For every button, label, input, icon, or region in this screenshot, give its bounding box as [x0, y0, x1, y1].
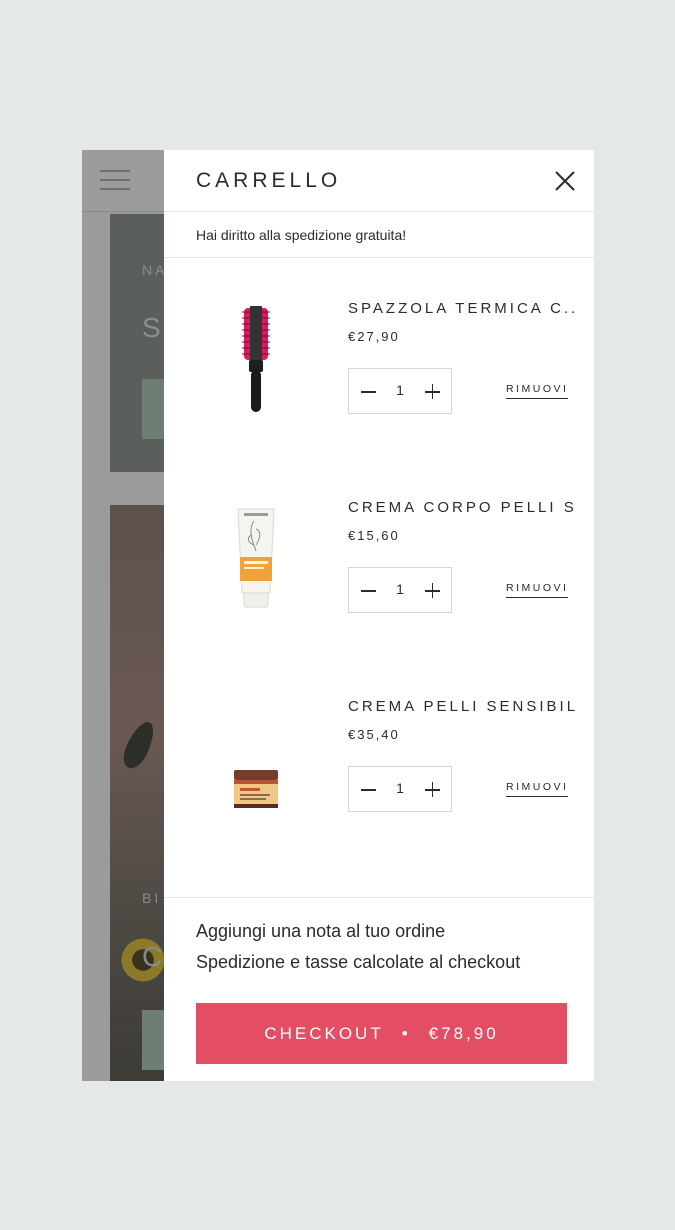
background-card-2-eyebrow: BI — [142, 890, 162, 906]
decrease-quantity-button[interactable] — [351, 568, 385, 612]
cart-item: CREMA PELLI SENSIBILI €35,40 1 RIMUOVI — [164, 698, 594, 848]
cart-title: CARRELLO — [196, 169, 342, 192]
cart-item: CREMA CORPO PELLI S... €15,60 1 RIMUOVI — [164, 499, 594, 649]
product-image-cream-tube[interactable] — [196, 499, 316, 619]
close-icon[interactable] — [552, 168, 578, 194]
decrease-quantity-button[interactable] — [351, 767, 385, 811]
quantity-stepper: 1 — [348, 567, 452, 613]
remove-item-button[interactable]: RIMUOVI — [506, 383, 569, 399]
shipping-info-text: Spedizione e tasse calcolate al checkout — [196, 952, 521, 972]
background-card-1-heading: S — [142, 312, 161, 343]
cart-footer: Aggiungi una nota al tuo ordine Spedizio… — [164, 897, 594, 1081]
product-name[interactable]: CREMA PELLI SENSIBILI — [348, 698, 576, 715]
product-image-cream-jar[interactable] — [196, 718, 316, 838]
background-card-2-heading: C — [142, 941, 163, 972]
remove-item-button[interactable]: RIMUOVI — [506, 781, 569, 797]
phone-frame: NA S BI C CARRELLO Hai diritto alla sped — [82, 150, 594, 1081]
remove-item-button[interactable]: RIMUOVI — [506, 582, 569, 598]
cart-item: SPAZZOLA TERMICA C... €27,90 1 RIMUOVI — [164, 300, 594, 450]
checkout-button[interactable]: CHECKOUT • €78,90 — [196, 1003, 567, 1064]
add-order-note-link[interactable]: Aggiungi una nota al tuo ordine — [196, 921, 445, 942]
free-shipping-text: Hai diritto alla spedizione gratuita! — [196, 227, 407, 243]
increase-quantity-button[interactable] — [415, 568, 449, 612]
quantity-value[interactable]: 1 — [385, 780, 415, 796]
quantity-value[interactable]: 1 — [385, 581, 415, 597]
product-price: €27,90 — [348, 329, 400, 344]
cart-header: CARRELLO — [164, 150, 594, 212]
product-image-round-brush[interactable] — [196, 300, 316, 420]
free-shipping-notice: Hai diritto alla spedizione gratuita! — [164, 213, 594, 258]
hamburger-menu-icon[interactable] — [100, 170, 130, 192]
checkout-separator: • — [401, 1024, 411, 1043]
increase-quantity-button[interactable] — [415, 767, 449, 811]
product-name[interactable]: SPAZZOLA TERMICA C... — [348, 300, 576, 317]
cart-total: €78,90 — [428, 1024, 499, 1043]
product-price: €35,40 — [348, 727, 400, 742]
product-name[interactable]: CREMA CORPO PELLI S... — [348, 499, 576, 516]
quantity-stepper: 1 — [348, 368, 452, 414]
quantity-value[interactable]: 1 — [385, 382, 415, 398]
cart-drawer: CARRELLO Hai diritto alla spedizione gra… — [164, 150, 594, 1081]
checkout-label: CHECKOUT — [264, 1024, 384, 1043]
increase-quantity-button[interactable] — [415, 369, 449, 413]
quantity-stepper: 1 — [348, 766, 452, 812]
product-price: €15,60 — [348, 528, 400, 543]
decrease-quantity-button[interactable] — [351, 369, 385, 413]
